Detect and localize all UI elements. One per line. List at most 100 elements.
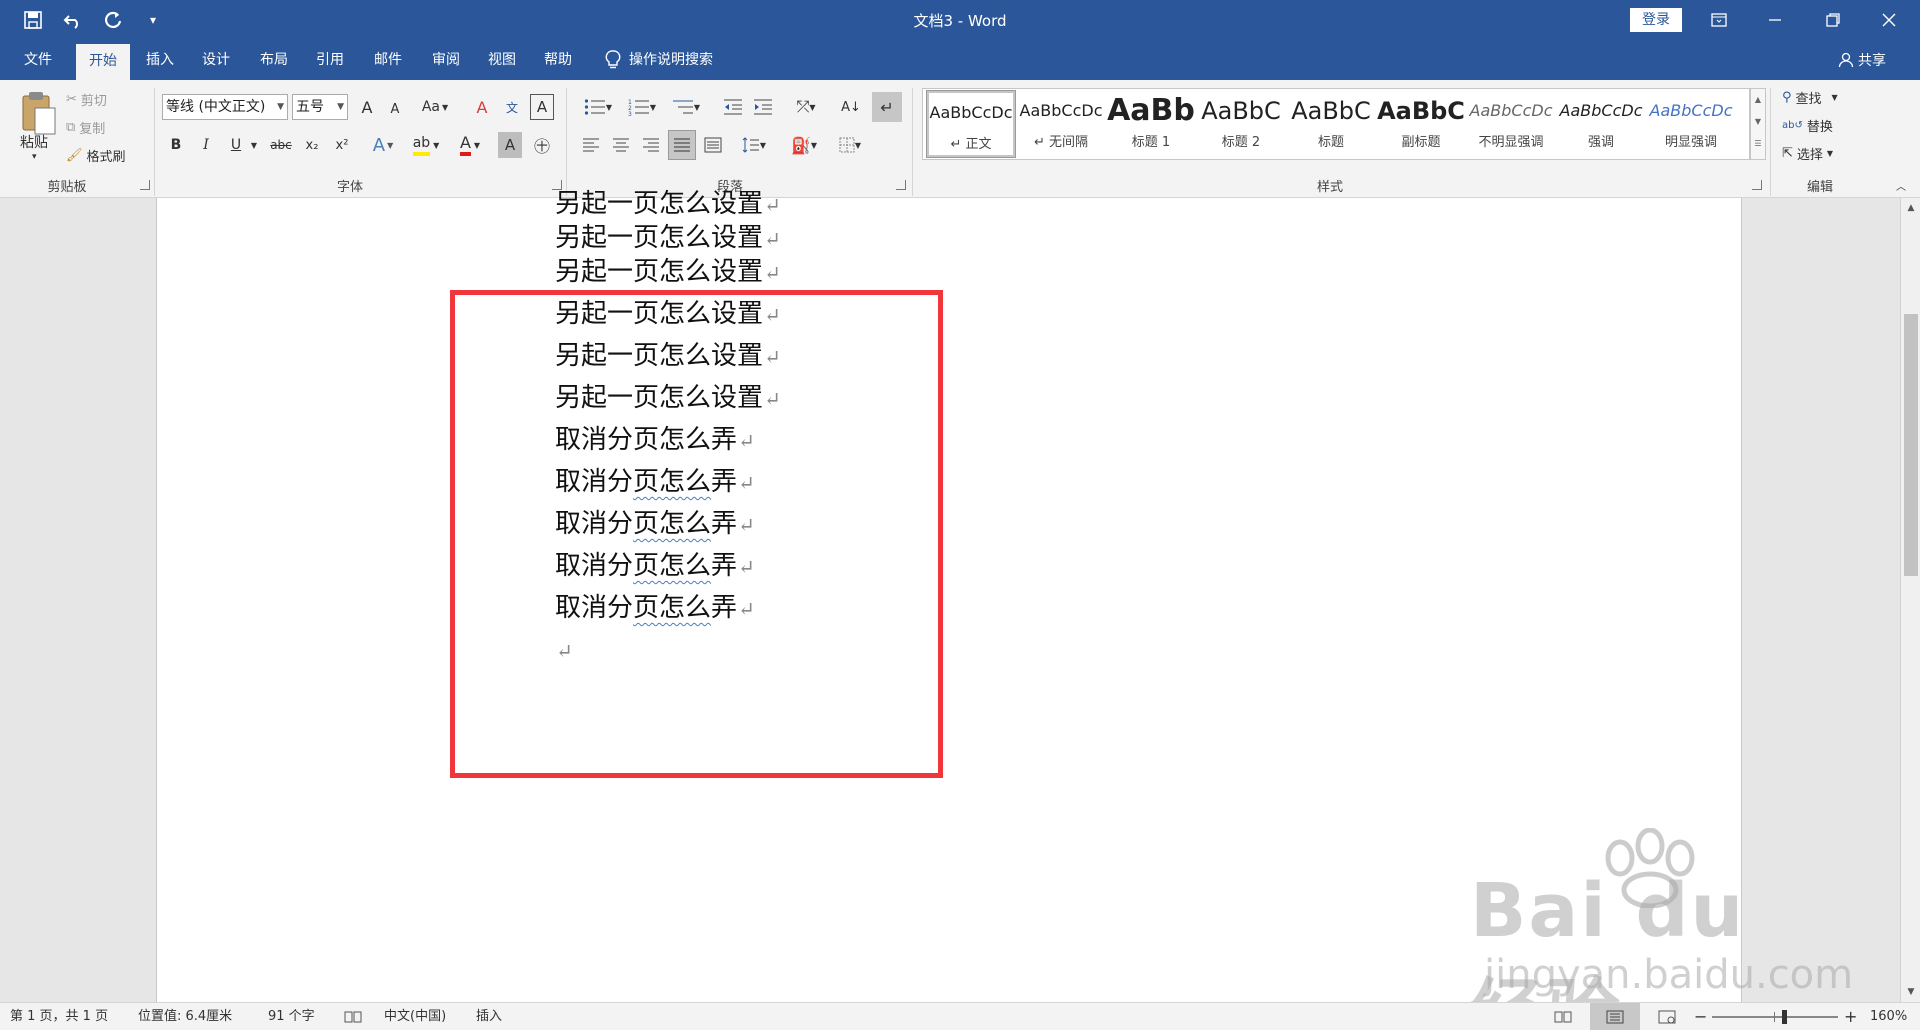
multilevel-list-icon[interactable]: ▼ [666, 94, 706, 120]
ribbon-display-options-icon[interactable] [1696, 0, 1742, 40]
tab-home[interactable]: 开始 [76, 44, 130, 80]
enclose-characters-icon[interactable]: ㊉ [530, 132, 554, 158]
minimize-icon[interactable] [1752, 0, 1798, 40]
line-spacing-icon[interactable]: ▼ [736, 132, 772, 158]
style-intense-emphasis[interactable]: AaBbCcDc 明显强调 [1647, 91, 1735, 157]
chinese-layout-icon[interactable]: ⤱ ▼ [788, 94, 824, 120]
insert-mode[interactable]: 插入 [476, 1003, 502, 1030]
scrollbar-thumb[interactable] [1904, 314, 1918, 576]
decrease-indent-icon[interactable] [720, 94, 746, 120]
tab-view[interactable]: 视图 [478, 40, 526, 80]
find-button[interactable]: ⚲ 查找 ▼ [1782, 88, 1838, 107]
highlight-color-button[interactable]: ab ▼ [408, 132, 444, 158]
paragraph[interactable]: 另起一页怎么设置↵ [555, 186, 781, 222]
styles-launcher-icon[interactable] [1752, 180, 1762, 190]
style-no-spacing[interactable]: AaBbCcDc ↵ 无间隔 [1017, 91, 1105, 157]
tab-review[interactable]: 审阅 [422, 40, 470, 80]
font-size-combo[interactable]: 五号 ▼ [292, 94, 348, 120]
page-count[interactable]: 第 1 页，共 1 页 [10, 1003, 108, 1030]
shrink-font-icon[interactable]: A [384, 96, 406, 122]
zoom-slider[interactable] [1712, 1016, 1838, 1018]
superscript-button[interactable]: x² [330, 132, 354, 158]
paste-button[interactable]: 粘贴 [20, 132, 48, 152]
scroll-up-icon[interactable]: ▲ [1903, 200, 1919, 216]
print-layout-icon[interactable] [1590, 1003, 1640, 1030]
strikethrough-button[interactable]: abc [266, 132, 296, 158]
chevron-up-icon[interactable]: ▲ [1751, 89, 1765, 111]
copy-button[interactable]: ⧉ 复制 [66, 118, 105, 137]
tab-help[interactable]: 帮助 [534, 40, 582, 80]
styles-gallery-scroll[interactable]: ▲ ▼ ☰ [1750, 88, 1766, 160]
share-button[interactable]: 共享 [1838, 40, 1886, 80]
justify-icon[interactable] [668, 130, 696, 160]
bold-button[interactable]: B [164, 132, 188, 158]
style-subtitle[interactable]: AaBbC 副标题 [1377, 91, 1465, 157]
show-paragraph-marks-icon[interactable]: ↵ [872, 92, 902, 122]
style-heading-2[interactable]: AaBbC 标题 2 [1197, 91, 1285, 157]
subscript-button[interactable]: x₂ [300, 132, 324, 158]
font-name-combo[interactable]: 等线 (中文正文) ▼ [162, 94, 288, 120]
tab-design[interactable]: 设计 [192, 40, 240, 80]
more-styles-icon[interactable]: ☰ [1751, 133, 1765, 155]
close-icon[interactable] [1866, 0, 1912, 40]
sort-icon[interactable]: A↓ [838, 94, 864, 120]
format-painter-button[interactable]: 🖌 格式刷 [66, 146, 126, 165]
tab-file[interactable]: 文件 [10, 40, 66, 80]
collapse-ribbon-icon[interactable]: ︿ [1892, 178, 1910, 193]
align-right-icon[interactable] [638, 132, 664, 158]
character-border-icon[interactable]: A [530, 94, 554, 120]
paste-dropdown-icon[interactable]: ▾ [32, 152, 37, 162]
zoom-out-icon[interactable]: − [1694, 1003, 1707, 1030]
distributed-icon[interactable] [700, 132, 726, 158]
clear-formatting-icon[interactable]: A [470, 94, 494, 120]
replace-button[interactable]: ab↺ 替换 [1782, 116, 1833, 135]
cut-button[interactable]: ✂ 剪切 [66, 90, 107, 109]
align-center-icon[interactable] [608, 132, 634, 158]
paragraph[interactable]: 另起一页怎么设置↵ [555, 254, 781, 290]
style-subtle-emphasis[interactable]: AaBbCcDc 不明显强调 [1467, 91, 1555, 157]
character-shading-icon[interactable]: A [498, 132, 522, 158]
proofing-icon[interactable] [344, 1003, 362, 1030]
zoom-slider-thumb[interactable] [1782, 1010, 1787, 1024]
scroll-down-icon[interactable]: ▼ [1903, 984, 1919, 1000]
login-button[interactable]: 登录 [1630, 8, 1682, 32]
restore-icon[interactable] [1810, 0, 1856, 40]
vertical-scrollbar[interactable]: ▲ ▼ [1900, 198, 1920, 1002]
paste-icon[interactable] [14, 88, 64, 138]
phonetic-guide-icon[interactable]: 文 [500, 94, 524, 120]
tab-references[interactable]: 引用 [306, 40, 354, 80]
italic-button[interactable]: I [194, 132, 218, 158]
select-button[interactable]: ⇱ 选择 ▼ [1782, 144, 1833, 163]
style-normal[interactable]: AaBbCcDc ↵ 正文 [926, 90, 1016, 158]
clipboard-launcher-icon[interactable] [140, 180, 150, 190]
style-heading-1[interactable]: AaBb 标题 1 [1107, 91, 1195, 157]
chevron-down-icon[interactable]: ▼ [1751, 111, 1765, 133]
shading-icon[interactable]: ⛽ ▼ [786, 132, 822, 158]
bullets-icon[interactable]: ▼ [578, 94, 618, 120]
word-count[interactable]: 91 个字 [268, 1003, 315, 1030]
font-color-button[interactable]: A ▼ [452, 132, 488, 158]
text-effects-icon[interactable]: A ▼ [368, 132, 398, 158]
align-left-icon[interactable] [578, 132, 604, 158]
numbering-icon[interactable]: 123 ▼ [622, 94, 662, 120]
underline-button[interactable]: U [224, 132, 248, 158]
zoom-in-icon[interactable]: + [1844, 1003, 1857, 1030]
tab-insert[interactable]: 插入 [136, 40, 184, 80]
web-layout-icon[interactable] [1652, 1003, 1682, 1030]
borders-icon[interactable]: ▼ [832, 132, 868, 158]
paragraph-launcher-icon[interactable] [896, 180, 906, 190]
change-case-button[interactable]: Aa ▼ [418, 94, 452, 120]
zoom-level[interactable]: 160% [1870, 1003, 1907, 1030]
tab-layout[interactable]: 布局 [250, 40, 298, 80]
read-mode-icon[interactable] [1548, 1003, 1578, 1030]
increase-indent-icon[interactable] [750, 94, 776, 120]
style-title[interactable]: AaBbC 标题 [1287, 91, 1375, 157]
cursor-position[interactable]: 位置值: 6.4厘米 [138, 1003, 232, 1030]
tell-me-search[interactable]: 操作说明搜索 [605, 40, 713, 80]
language-indicator[interactable]: 中文(中国) [384, 1003, 446, 1030]
style-emphasis[interactable]: AaBbCcDc 强调 [1557, 91, 1645, 157]
underline-dropdown-icon[interactable]: ▼ [248, 132, 260, 158]
grow-font-icon[interactable]: A [356, 94, 378, 120]
paragraph[interactable]: 另起一页怎么设置↵ [555, 220, 781, 256]
tab-mailings[interactable]: 邮件 [364, 40, 412, 80]
